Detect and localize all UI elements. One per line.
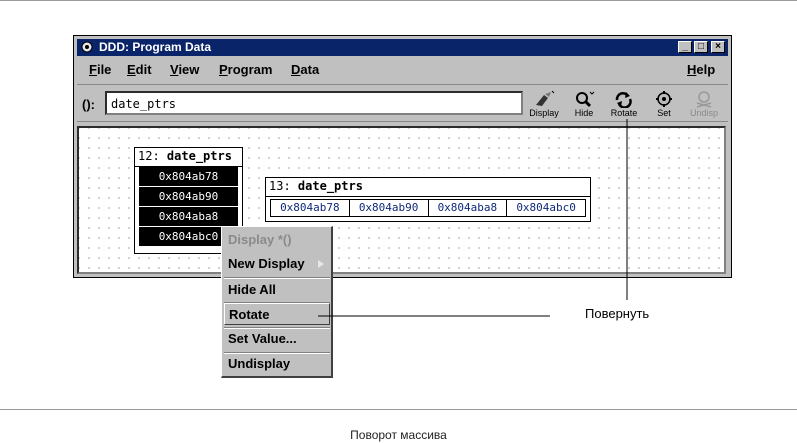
callout-label: Повернуть	[585, 306, 650, 321]
figure-caption: Поворот массива	[350, 428, 447, 442]
bottom-rule	[0, 409, 797, 410]
callout-lines	[318, 119, 628, 317]
